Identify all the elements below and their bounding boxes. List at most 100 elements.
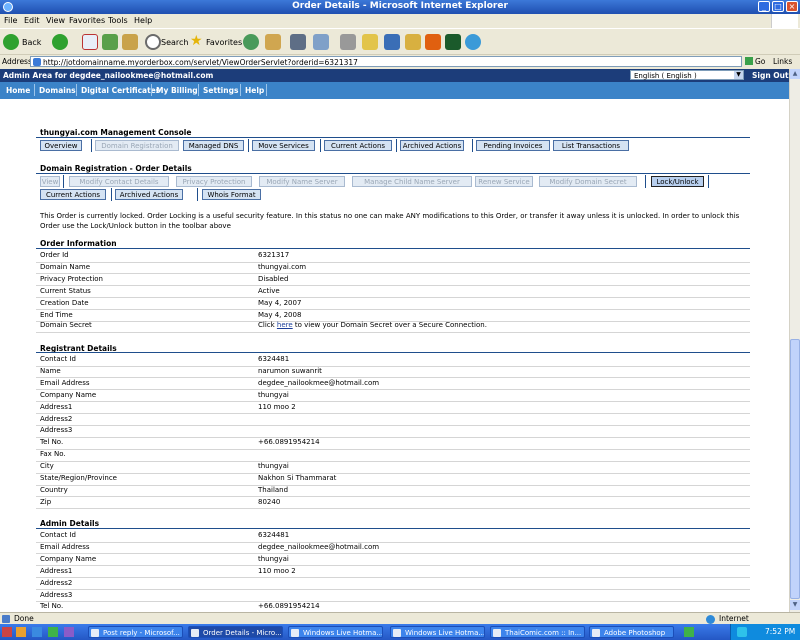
taskbar-item[interactable]: Windows Live Hotma... — [288, 626, 383, 638]
archived-actions-button[interactable]: Archived Actions — [400, 140, 464, 151]
scroll-thumb[interactable] — [790, 339, 800, 599]
sign-out-link[interactable]: Sign Out — [752, 71, 789, 80]
back-arrow-icon — [3, 34, 19, 50]
modify-domain-secret-button[interactable]: Modify Domain Secret — [539, 176, 637, 187]
home-icon[interactable] — [122, 34, 138, 50]
registrant-field-value: Thailand — [258, 485, 289, 494]
taskbar-item[interactable]: Post reply - Microsof... — [88, 626, 183, 638]
privacy-protection-button[interactable]: Privacy Protection — [176, 176, 252, 187]
messenger-people-icon[interactable] — [465, 34, 481, 50]
system-tray: 7:52 PM — [730, 624, 800, 640]
address-bar: Address http://jotdomainname.myorderbox.… — [0, 54, 800, 69]
menu-view[interactable]: View — [46, 16, 65, 25]
admin-field-value: degdee_nailookmee@hotmail.com — [258, 542, 380, 551]
close-button[interactable]: × — [786, 1, 798, 12]
modify-name-server-button[interactable]: Modify Name Server — [259, 176, 345, 187]
nav-domains[interactable]: Domains — [39, 86, 76, 95]
taskbar-item-active[interactable]: Order Details - Micro... — [188, 626, 283, 638]
admin-field-label: Company Name — [40, 554, 97, 563]
menu-favorites[interactable]: Favorites — [69, 16, 105, 25]
admin-field-label: Address1 — [40, 566, 73, 575]
network-icon[interactable] — [737, 627, 747, 637]
print-icon[interactable] — [290, 34, 306, 50]
quick-launch-icon[interactable] — [48, 627, 58, 637]
order-field-label: Privacy Protection — [40, 274, 103, 283]
view-button[interactable]: View — [40, 176, 60, 187]
nav-my-billing[interactable]: My Billing — [156, 86, 198, 95]
registrant-field-label: Zip — [40, 497, 52, 506]
chevron-down-icon: ▼ — [734, 71, 743, 79]
order-field-value: thungyai.com — [258, 262, 307, 271]
folder-icon[interactable] — [362, 34, 378, 50]
mail-icon[interactable] — [265, 34, 281, 50]
history-icon[interactable] — [243, 34, 259, 50]
menu-help[interactable]: Help — [134, 16, 152, 25]
vertical-scrollbar[interactable]: ▲ ▼ — [789, 69, 800, 612]
favorites-button[interactable]: ★ Favorites — [190, 33, 242, 51]
domain-secret-link[interactable]: here — [277, 321, 293, 329]
tray-icon[interactable] — [684, 627, 694, 637]
messenger-icon[interactable] — [384, 34, 400, 50]
managed-dns-button[interactable]: Managed DNS — [183, 140, 244, 151]
registrant-field-label: State/Region/Province — [40, 474, 117, 482]
main-nav: Home Domains Digital Certificates My Bil… — [0, 82, 789, 99]
registrant-field-label: Email Address — [40, 378, 90, 387]
back-button[interactable]: Back — [3, 33, 47, 51]
registrant-field-value: 110 moo 2 — [258, 402, 296, 411]
stop-icon[interactable] — [82, 34, 98, 50]
scroll-down-icon[interactable]: ▼ — [790, 600, 800, 610]
move-services-button[interactable]: Move Services — [252, 140, 315, 151]
taskbar-item[interactable]: Adobe Photoshop — [589, 626, 674, 638]
search-button[interactable]: Search — [145, 33, 188, 51]
current-actions-button-2[interactable]: Current Actions — [40, 189, 106, 200]
scroll-up-icon[interactable]: ▲ — [790, 69, 800, 79]
taskbar-item[interactable]: ThaiComic.com :: In... — [490, 626, 585, 638]
menu-file[interactable]: File — [4, 16, 17, 25]
tool-icon[interactable] — [340, 34, 356, 50]
quick-launch-icon[interactable] — [16, 627, 26, 637]
go-icon[interactable] — [745, 57, 753, 65]
registrant-field-label: Contact Id — [40, 355, 76, 363]
download-icon[interactable] — [425, 34, 441, 50]
manage-child-name-server-button[interactable]: Manage Child Name Server — [352, 176, 472, 187]
globe-icon — [706, 615, 715, 624]
current-actions-button[interactable]: Current Actions — [324, 140, 392, 151]
registrant-field-label: Company Name — [40, 390, 97, 399]
minimize-button[interactable]: _ — [758, 1, 770, 12]
window-title-bar: Order Details - Microsoft Internet Explo… — [0, 0, 800, 14]
address-input[interactable]: http://jotdomainname.myorderbox.com/serv… — [30, 56, 742, 67]
maximize-button[interactable]: □ — [772, 1, 784, 12]
taskbar-item[interactable]: Windows Live Hotma... — [390, 626, 485, 638]
go-button[interactable]: Go — [755, 57, 765, 66]
application-icon[interactable] — [445, 34, 461, 50]
order-field-label: Creation Date — [40, 298, 89, 307]
list-transactions-button[interactable]: List Transactions — [553, 140, 629, 151]
pending-invoices-button[interactable]: Pending Invoices — [476, 140, 550, 151]
whois-format-button[interactable]: Whois Format — [202, 189, 261, 200]
menu-edit[interactable]: Edit — [24, 16, 40, 25]
nav-digital-certificates[interactable]: Digital Certificates — [81, 86, 160, 95]
console-title: thungyai.com Management Console — [40, 128, 192, 137]
nav-help[interactable]: Help — [245, 86, 264, 95]
overview-button[interactable]: Overview — [40, 140, 82, 151]
edit-icon[interactable] — [313, 34, 329, 50]
quick-launch-icon[interactable] — [32, 627, 42, 637]
lock-unlock-button[interactable]: Lock/Unlock — [651, 176, 704, 187]
refresh-icon[interactable] — [102, 34, 118, 50]
nav-home[interactable]: Home — [6, 86, 30, 95]
bookmark-icon[interactable] — [405, 34, 421, 50]
menu-tools[interactable]: Tools — [108, 16, 128, 25]
forward-arrow-icon[interactable] — [52, 34, 68, 50]
registrant-field-label: Name — [40, 366, 61, 375]
archived-actions-button-2[interactable]: Archived Actions — [115, 189, 183, 200]
links-button[interactable]: Links — [773, 57, 792, 66]
search-icon — [145, 34, 161, 50]
admin-field-value: 6324481 — [258, 531, 290, 539]
quick-launch-icon[interactable] — [2, 627, 12, 637]
domain-registration-tab: Domain Registration — [95, 140, 179, 151]
modify-contact-details-button[interactable]: Modify Contact Details — [69, 176, 169, 187]
quick-launch-icon[interactable] — [64, 627, 74, 637]
renew-service-button[interactable]: Renew Service — [475, 176, 533, 187]
language-select[interactable]: English ( English ) ▼ — [630, 70, 744, 80]
nav-settings[interactable]: Settings — [203, 86, 238, 95]
